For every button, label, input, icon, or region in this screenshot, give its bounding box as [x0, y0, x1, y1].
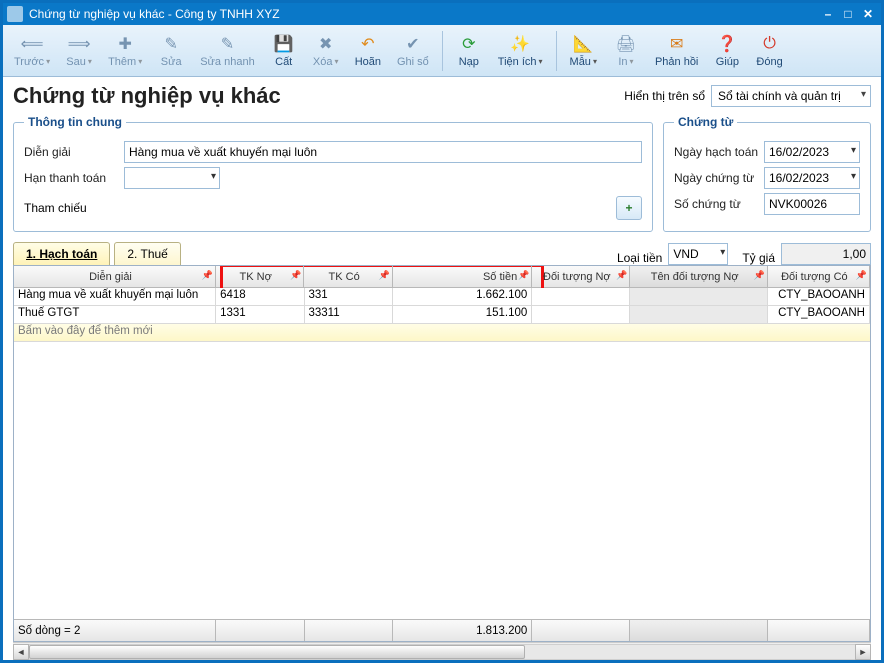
voucher-legend: Chứng từ — [674, 115, 737, 129]
utility-button[interactable]: ✨Tiện ích▾ — [491, 27, 550, 75]
col-dtco[interactable]: Đối tượng Có📌 — [768, 266, 870, 287]
arrow-right-icon: ⟹ — [69, 34, 89, 54]
duedate-label: Hạn thanh toán — [24, 171, 124, 185]
col-dtno[interactable]: Đối tượng Nợ📌 — [532, 266, 630, 287]
col-amount[interactable]: Số tiền📌 — [393, 266, 532, 287]
entry-grid: Diễn giải📌 TK Nợ📌 TK Có📌 Số tiền📌 Đối tư… — [13, 265, 871, 642]
pin-icon: 📌 — [616, 270, 627, 281]
load-icon: ⟳ — [459, 34, 479, 54]
sum-amount: 1.813.200 — [393, 620, 532, 641]
print-icon: 🖨 — [616, 34, 636, 54]
next-button[interactable]: ⟹Sau▾ — [59, 27, 99, 75]
main-toolbar: ⟸Trước▾ ⟹Sau▾ ✚Thêm▾ ✎Sửa ✎Sửa nhanh 💾Cấ… — [3, 25, 881, 77]
col-desc[interactable]: Diễn giải📌 — [14, 266, 216, 287]
rate-input[interactable] — [781, 243, 871, 265]
feedback-button[interactable]: ✉Phản hồi — [648, 27, 705, 75]
general-legend: Thông tin chung — [24, 115, 126, 129]
delete-button[interactable]: ✖Xóa▾ — [306, 27, 346, 75]
post-button[interactable]: ✔Ghi sổ — [390, 27, 436, 75]
load-button[interactable]: ⟳Nạp — [449, 27, 489, 75]
tab-hachtoan[interactable]: 1. Hạch toán — [13, 242, 110, 265]
tab-bar: 1. Hạch toán 2. Thuế — [13, 242, 181, 265]
col-tkno[interactable]: TK Nợ📌 — [216, 266, 304, 287]
grid-body[interactable]: Hàng mua về xuất khuyến mại luôn 6418 33… — [14, 288, 870, 619]
app-icon — [7, 6, 23, 22]
scroll-left-button[interactable]: ◄ — [13, 644, 29, 660]
voucherno-input[interactable] — [764, 193, 860, 215]
add-button[interactable]: ✚Thêm▾ — [101, 27, 149, 75]
feedback-icon: ✉ — [667, 34, 687, 54]
currency-label: Loại tiền — [617, 251, 662, 265]
postdate-label: Ngày hạch toán — [674, 145, 764, 159]
reference-box — [124, 195, 610, 221]
grid-header: Diễn giải📌 TK Nợ📌 TK Có📌 Số tiền📌 Đối tư… — [14, 266, 870, 288]
scroll-right-button[interactable]: ► — [855, 644, 871, 660]
voucherdate-label: Ngày chứng từ — [674, 171, 764, 185]
pin-icon: 📌 — [202, 270, 213, 281]
desc-input[interactable] — [124, 141, 642, 163]
maximize-button[interactable]: □ — [839, 7, 857, 21]
post-icon: ✔ — [403, 34, 423, 54]
print-button[interactable]: 🖨In▾ — [606, 27, 646, 75]
help-button[interactable]: ❓Giúp — [707, 27, 747, 75]
table-row[interactable]: Thuế GTGT 1331 33311 151.100 CTY_BAOOANH — [14, 306, 870, 324]
horizontal-scrollbar[interactable]: ◄ ► — [13, 642, 871, 660]
tab-thue[interactable]: 2. Thuế — [114, 242, 180, 265]
pin-icon: 📌 — [518, 270, 529, 281]
edit-button[interactable]: ✎Sửa — [151, 27, 191, 75]
grid-footer: Số dòng = 2 1.813.200 — [14, 619, 870, 641]
arrow-left-icon: ⟸ — [22, 34, 42, 54]
rowcount-label: Số dòng = 2 — [14, 620, 216, 641]
minimize-button[interactable]: – — [819, 7, 837, 21]
add-reference-button[interactable]: + — [616, 196, 642, 220]
undo-icon: ↶ — [358, 34, 378, 54]
template-button[interactable]: 📐Mẫu▾ — [563, 27, 604, 75]
show-on-select[interactable]: Sổ tài chính và quản trị — [711, 85, 871, 107]
reference-label: Tham chiếu — [24, 201, 124, 215]
pin-icon: 📌 — [754, 270, 765, 281]
plus-icon: + — [625, 201, 632, 215]
col-tendtno[interactable]: Tên đối tượng Nợ📌 — [630, 266, 767, 287]
save-button[interactable]: 💾Cất — [264, 27, 304, 75]
close-icon: ⏻ — [760, 34, 780, 54]
add-icon: ✚ — [115, 34, 135, 54]
close-window-button[interactable]: ✕ — [859, 7, 877, 21]
toolbar-separator — [556, 31, 557, 71]
page-title: Chứng từ nghiệp vụ khác — [13, 83, 281, 109]
currency-select[interactable] — [668, 243, 728, 265]
new-row-hint[interactable]: Bấm vào đây để thêm mới — [14, 324, 870, 342]
window-title: Chứng từ nghiệp vụ khác - Công ty TNHH X… — [29, 7, 280, 21]
voucherno-label: Số chứng từ — [674, 197, 764, 211]
quickedit-icon: ✎ — [217, 34, 237, 54]
postdate-input[interactable] — [764, 141, 860, 163]
save-icon: 💾 — [274, 34, 294, 54]
general-panel: Thông tin chung Diễn giải Hạn thanh toán… — [13, 115, 653, 232]
scroll-thumb[interactable] — [29, 645, 525, 659]
delete-icon: ✖ — [316, 34, 336, 54]
undo-button[interactable]: ↶Hoãn — [348, 27, 388, 75]
desc-label: Diễn giải — [24, 145, 124, 159]
pin-icon: 📌 — [856, 270, 867, 281]
pin-icon: 📌 — [290, 270, 301, 281]
toolbar-separator — [442, 31, 443, 71]
scroll-track[interactable] — [29, 644, 855, 660]
title-bar: Chứng từ nghiệp vụ khác - Công ty TNHH X… — [3, 3, 881, 25]
table-row[interactable]: Hàng mua về xuất khuyến mại luôn 6418 33… — [14, 288, 870, 306]
help-icon: ❓ — [717, 34, 737, 54]
prev-button[interactable]: ⟸Trước▾ — [7, 27, 57, 75]
voucher-panel: Chứng từ Ngày hạch toán Ngày chứng từ Số… — [663, 115, 871, 232]
voucherdate-input[interactable] — [764, 167, 860, 189]
rate-label: Tỷ giá — [742, 251, 775, 265]
edit-icon: ✎ — [161, 34, 181, 54]
show-on-label: Hiển thị trên sổ — [624, 89, 705, 103]
pin-icon: 📌 — [379, 270, 390, 281]
utility-icon: ✨ — [510, 34, 530, 54]
template-icon: 📐 — [573, 34, 593, 54]
close-button[interactable]: ⏻Đóng — [749, 27, 789, 75]
duedate-input[interactable] — [124, 167, 220, 189]
col-tkco[interactable]: TK Có📌 — [304, 266, 392, 287]
quickedit-button[interactable]: ✎Sửa nhanh — [193, 27, 261, 75]
